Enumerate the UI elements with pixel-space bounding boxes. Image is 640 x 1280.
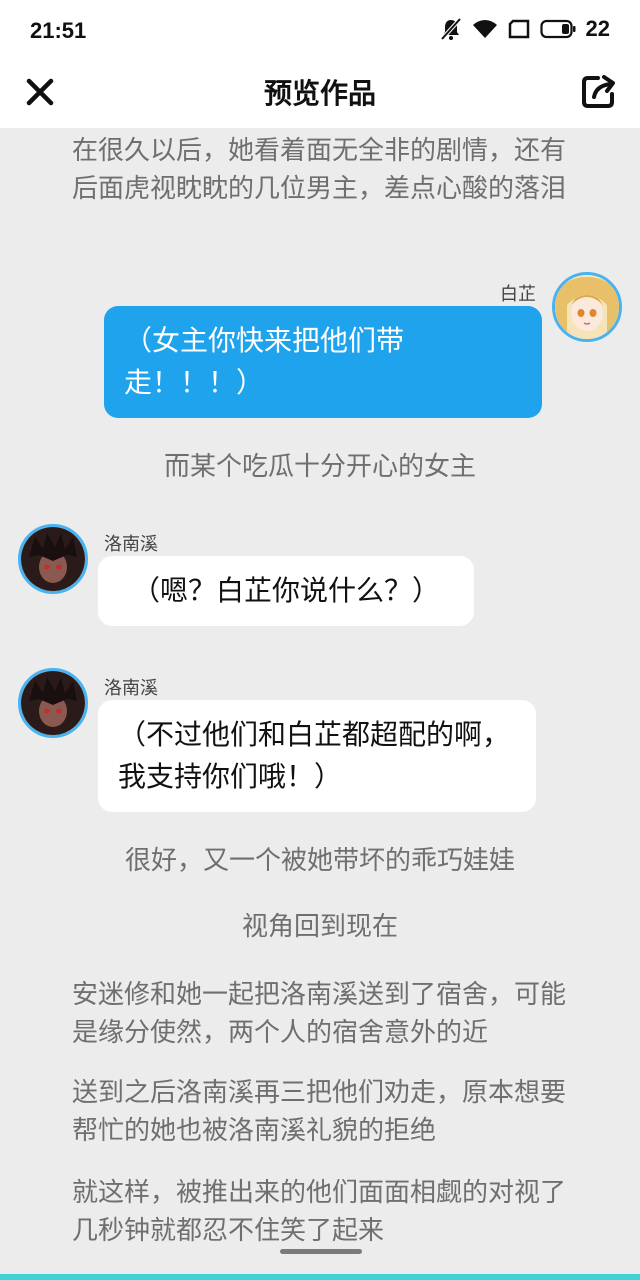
share-icon[interactable] (580, 72, 618, 110)
narration-intro: 在很久以后，她看着面无全非的剧情，还有后面虎视眈眈的几位男主，差点心酸的落泪 (72, 136, 567, 204)
avatar[interactable] (18, 668, 88, 738)
avatar-dark-hair-boy (21, 527, 85, 591)
avatar[interactable] (18, 524, 88, 594)
speaker-name: 白芷 (500, 284, 536, 305)
narration: 很好，又一个被她带坏的乖巧娃娃 (124, 846, 515, 876)
page-title: 预览作品 (263, 77, 376, 110)
home-indicator[interactable] (280, 1249, 362, 1254)
screen-icon (508, 19, 529, 39)
wifi-icon (472, 20, 497, 38)
top-app-bar: 预览作品 (0, 62, 640, 128)
narration-paragraph: 安迷修和她一起把洛南溪送到了宿舍，可能是缘分使然，两个人的宿舍意外的近 (72, 980, 567, 1048)
avatar-blonde-girl (555, 275, 619, 339)
battery-level: 22 (585, 16, 610, 41)
speaker-name: 洛南溪 (104, 678, 158, 699)
narration-paragraph: 送到之后洛南溪再三把他们劝走，原本想要帮忙的她也被洛南溪礼貌的拒绝 (72, 1078, 567, 1146)
bottom-accent-bar (0, 1274, 640, 1280)
battery-icon (539, 19, 576, 39)
narration-paragraph: 就这样，被推出来的他们面面相觑的对视了几秒钟就都忍不住笑了起来 (72, 1178, 567, 1246)
mute-icon (440, 17, 462, 41)
narration: 而某个吃瓜十分开心的女主 (163, 452, 476, 482)
narration: 视角回到现在 (241, 912, 398, 942)
status-icons: 22 (440, 16, 610, 42)
speaker-name: 洛南溪 (104, 534, 158, 555)
status-bar: 21:51 22 (0, 0, 640, 62)
story-preview[interactable]: 在很久以后，她看着面无全非的剧情，还有后面虎视眈眈的几位男主，差点心酸的落泪 白… (0, 128, 640, 1274)
chat-bubble-left: （不过他们和白芷都超配的啊，我支持你们哦！） (98, 700, 536, 812)
status-time: 21:51 (30, 18, 87, 43)
chat-bubble-left: （嗯？白芷你说什么？） (98, 556, 474, 626)
chat-bubble-right: （女主你快来把他们带走！！！） (104, 306, 542, 418)
avatar-dark-hair-boy (21, 671, 85, 735)
avatar[interactable] (552, 272, 622, 342)
